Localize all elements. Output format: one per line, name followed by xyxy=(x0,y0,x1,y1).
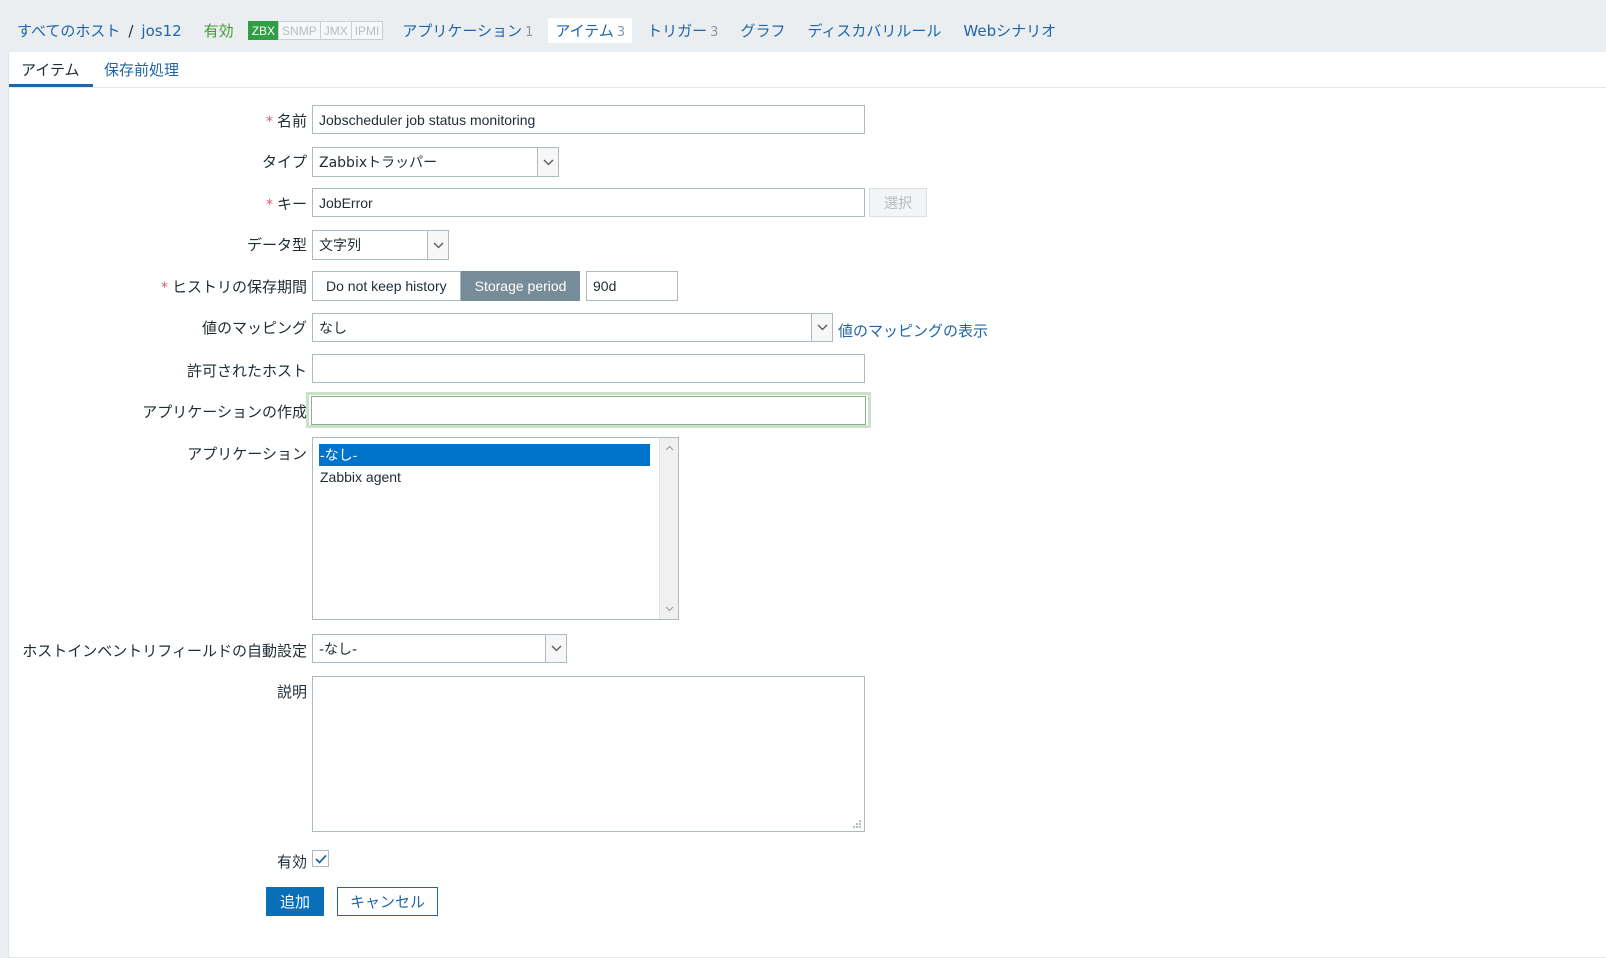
new-application-label: アプリケーションの作成 xyxy=(142,403,307,421)
type-select[interactable]: Zabbixトラッパー xyxy=(312,147,559,177)
breadcrumb-separator: / xyxy=(128,21,134,40)
jmx-availability-badge: JMX xyxy=(319,21,352,40)
enabled-checkbox[interactable] xyxy=(312,850,329,867)
datatype-label: データ型 xyxy=(246,236,307,254)
tab-preprocessing[interactable]: 保存前処理 xyxy=(104,59,179,80)
history-period-input[interactable]: 90d xyxy=(586,271,678,301)
nav-web-scenarios[interactable]: Webシナリオ xyxy=(963,20,1056,41)
chevron-down-icon xyxy=(537,148,558,176)
listbox-scrollbar[interactable] xyxy=(659,438,678,619)
nav-graphs[interactable]: グラフ xyxy=(740,20,785,41)
new-application-input[interactable] xyxy=(311,396,866,425)
type-label: タイプ xyxy=(261,153,307,171)
application-option-none[interactable]: -なし- xyxy=(319,444,650,466)
valuemap-select-value: なし xyxy=(319,320,347,337)
required-mark: * xyxy=(160,280,168,296)
snmp-availability-badge: SNMP xyxy=(278,21,321,40)
host-navigation-bar: すべてのホスト / jos12 有効 ZBX SNMP JMX IPMI アプリ… xyxy=(0,0,1606,52)
description-label: 説明 xyxy=(276,683,307,701)
inventory-select-value: -なし- xyxy=(319,641,358,658)
applications-listbox[interactable]: -なし- Zabbix agent xyxy=(312,437,679,620)
allowed-hosts-input[interactable] xyxy=(312,354,865,383)
scroll-up-icon[interactable] xyxy=(663,442,675,454)
nav-applications-count: 1 xyxy=(525,25,534,40)
nav-triggers-count: 3 xyxy=(710,25,719,40)
breadcrumb-all-hosts[interactable]: すべてのホスト xyxy=(17,20,120,41)
nav-discovery-rules[interactable]: ディスカバリルール xyxy=(807,20,941,41)
history-storage-period-option[interactable]: Storage period xyxy=(460,271,581,301)
history-label: * ヒストリの保存期間 xyxy=(160,278,307,296)
description-textarea[interactable] xyxy=(312,676,865,832)
host-sub-nav: アプリケーション 1 アイテム 3 トリガー 3 グラフ ディスカバリルール Webシ… xyxy=(402,18,1078,43)
datatype-select-value: 文字列 xyxy=(319,238,361,254)
add-button[interactable]: 追加 xyxy=(266,887,324,916)
availability-indicators: ZBX SNMP JMX IPMI xyxy=(247,21,384,40)
tab-item[interactable]: アイテム xyxy=(21,59,80,80)
host-status-enabled[interactable]: 有効 xyxy=(204,20,234,41)
nav-items-count: 3 xyxy=(616,25,626,40)
cancel-button[interactable]: キャンセル xyxy=(337,887,438,916)
type-select-value: Zabbixトラッパー xyxy=(319,155,438,171)
inventory-select[interactable]: -なし- xyxy=(312,634,567,663)
nav-applications[interactable]: アプリケーション 1 xyxy=(402,20,533,41)
item-form-panel: アイテム 保存前処理 * 名前 Jobscheduler job status m… xyxy=(8,52,1606,958)
chevron-down-icon xyxy=(545,635,566,662)
active-tab-indicator xyxy=(9,84,93,87)
name-label: * 名前 xyxy=(265,112,307,130)
chevron-down-icon xyxy=(811,314,832,341)
enabled-label: 有効 xyxy=(276,853,307,871)
scroll-down-icon[interactable] xyxy=(663,603,675,615)
name-input[interactable]: Jobscheduler job status monitoring xyxy=(312,105,865,134)
key-label: * キー xyxy=(265,195,307,213)
chevron-down-icon xyxy=(427,231,448,259)
allowed-hosts-label: 許可されたホスト xyxy=(186,362,307,380)
checkmark-icon xyxy=(314,854,327,864)
required-mark: * xyxy=(265,197,273,213)
key-select-button[interactable]: 選択 xyxy=(869,188,927,217)
show-valuemap-link[interactable]: 値のマッピングの表示 xyxy=(838,320,988,341)
key-input[interactable]: JobError xyxy=(312,188,865,217)
breadcrumb-host[interactable]: jos12 xyxy=(141,22,181,40)
resize-grip-icon[interactable] xyxy=(852,819,862,829)
inventory-label: ホストインベントリフィールドの自動設定 xyxy=(22,642,307,660)
zbx-availability-badge: ZBX xyxy=(247,21,280,40)
required-mark: * xyxy=(265,114,273,130)
form-tabs: アイテム 保存前処理 xyxy=(9,52,1606,88)
datatype-select[interactable]: 文字列 xyxy=(312,230,449,260)
history-do-not-keep-option[interactable]: Do not keep history xyxy=(312,271,461,301)
history-mode-toggle: Do not keep history Storage period xyxy=(312,271,581,301)
nav-items[interactable]: アイテム 3 xyxy=(548,18,633,43)
breadcrumb: すべてのホスト / jos12 有効 ZBX SNMP JMX IPMI アプリ… xyxy=(17,18,1078,43)
nav-triggers[interactable]: トリガー 3 xyxy=(647,20,718,41)
valuemap-label: 値のマッピング xyxy=(201,319,307,337)
valuemap-select[interactable]: なし xyxy=(312,313,833,342)
ipmi-availability-badge: IPMI xyxy=(350,21,384,40)
application-option-zabbix-agent[interactable]: Zabbix agent xyxy=(319,466,650,488)
applications-label: アプリケーション xyxy=(187,445,307,463)
